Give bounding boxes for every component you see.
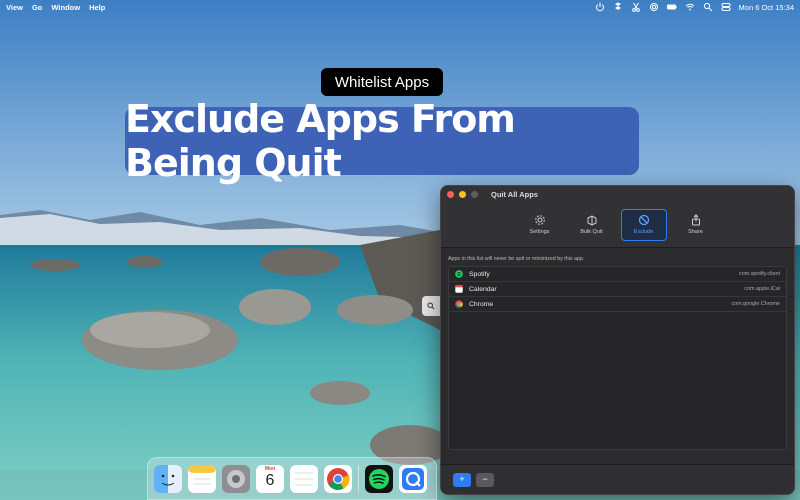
gear-icon [222, 464, 250, 493]
wifi-icon[interactable] [685, 2, 695, 12]
quit-all-apps-window: Quit All Apps Settings Bulk Quit Exclude… [440, 185, 795, 495]
reminders-icon [290, 464, 318, 493]
finder-search-tab[interactable] [422, 296, 440, 316]
magnifier-icon [427, 302, 435, 310]
dock-spotify[interactable] [365, 464, 393, 493]
calendar-day: 6 [265, 471, 275, 489]
menu-window[interactable]: Window [51, 3, 80, 12]
headline-banner: Exclude Apps From Being Quit [125, 97, 639, 185]
minimize-button[interactable] [459, 190, 466, 198]
add-app-button[interactable]: + [453, 472, 471, 487]
menubar-clock[interactable]: Mon 6 Oct 15:34 [739, 3, 794, 12]
dock-chrome[interactable] [324, 464, 352, 493]
menu-bar: View Go Window Help Mon 6 Oct 15:34 [0, 0, 800, 14]
window-title: Quit All Apps [491, 189, 538, 199]
exclude-description: Apps in this list will never be quit or … [448, 256, 585, 262]
exclude-pane: Apps in this list will never be quit or … [441, 248, 794, 458]
bundle-id: com.apple.iCal [744, 286, 780, 292]
zoom-button[interactable] [471, 190, 478, 198]
preferences-toolbar: Settings Bulk Quit Exclude Share [441, 202, 794, 248]
bundle-id: com.google.Chrome [731, 301, 780, 307]
tab-share[interactable]: Share [673, 209, 719, 241]
list-item[interactable]: Spotify com.spotify.client [449, 267, 786, 282]
close-button[interactable] [447, 190, 454, 198]
tab-bulk-quit[interactable]: Bulk Quit [569, 209, 615, 241]
gear-icon [534, 215, 545, 225]
window-titlebar[interactable]: Quit All Apps [441, 186, 794, 202]
excluded-apps-list: Spotify com.spotify.client Calendar com.… [448, 266, 787, 450]
whitelist-apps-badge: Whitelist Apps [321, 68, 443, 96]
dock-notes[interactable] [188, 464, 216, 493]
chrome-icon [324, 464, 352, 493]
tab-settings-label: Settings [529, 229, 550, 235]
tab-exclude[interactable]: Exclude [620, 208, 667, 241]
list-item[interactable]: Chrome com.google.Chrome [449, 297, 786, 312]
notes-icon [188, 464, 216, 493]
app-name: Chrome [469, 300, 494, 308]
prohibited-icon [638, 214, 649, 226]
menu-help[interactable]: Help [89, 3, 105, 12]
battery-icon[interactable] [666, 2, 677, 12]
app-name: Spotify [469, 270, 490, 278]
tab-bulk-quit-label: Bulk Quit [580, 229, 603, 235]
menu-view[interactable]: View [6, 3, 23, 12]
quit-all-apps-icon [399, 464, 427, 493]
menu-go[interactable]: Go [32, 3, 42, 12]
stack-icon [587, 215, 596, 226]
dock-reminders[interactable] [290, 464, 318, 493]
tab-settings[interactable]: Settings [517, 209, 563, 241]
bundle-id: com.spotify.client [739, 271, 780, 277]
app-name: Calendar [469, 285, 497, 293]
fingerprint-icon[interactable] [649, 2, 659, 12]
finder-icon [154, 464, 182, 493]
calendar-icon [455, 285, 463, 293]
spotify-icon [455, 270, 463, 278]
share-icon [691, 214, 700, 226]
dock-quit-all-apps[interactable] [399, 464, 427, 493]
remove-app-button[interactable]: − [476, 472, 494, 487]
dock-finder[interactable] [154, 464, 182, 493]
dock-calendar[interactable]: Mon 6 [256, 464, 284, 493]
dock-system-settings[interactable] [222, 464, 250, 493]
search-icon[interactable] [703, 2, 713, 12]
dock-separator [358, 464, 359, 493]
spotify-icon [365, 464, 393, 493]
control-center-icon[interactable] [721, 2, 731, 12]
dock: Mon 6 [147, 457, 437, 500]
power-icon[interactable] [595, 2, 605, 12]
list-item[interactable]: Calendar com.apple.iCal [449, 282, 786, 297]
list-footer: + − [441, 464, 794, 494]
dropbox-icon[interactable] [613, 2, 623, 12]
chrome-icon [455, 300, 463, 308]
scissors-icon[interactable] [631, 2, 641, 12]
tab-share-label: Share [688, 229, 703, 235]
tab-exclude-label: Exclude [633, 229, 654, 235]
